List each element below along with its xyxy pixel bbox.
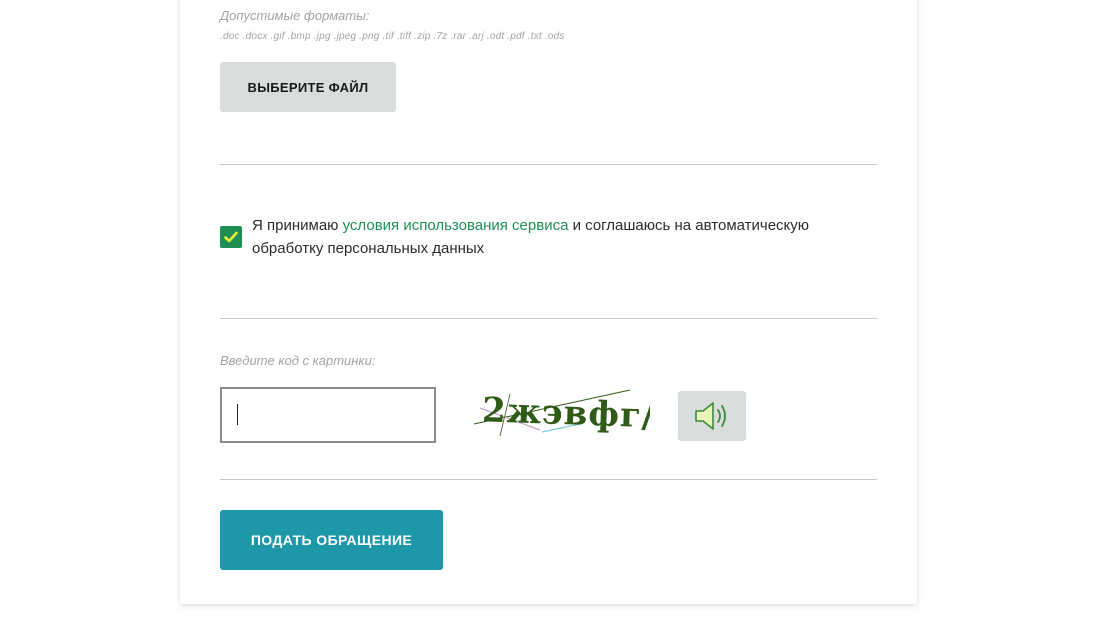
- terms-of-service-link[interactable]: условия использования сервиса: [343, 217, 569, 234]
- allowed-formats-list: .doc .docx .gif .bmp .jpg .jpeg .png .ti…: [220, 31, 565, 42]
- checkmark-icon: [224, 231, 238, 243]
- submit-request-button[interactable]: ПОДАТЬ ОБРАЩЕНИЕ: [220, 510, 443, 570]
- allowed-formats-label: Допустимые форматы:: [220, 8, 370, 23]
- choose-file-button[interactable]: ВЫБЕРИТЕ ФАЙЛ: [220, 62, 396, 112]
- captcha-audio-button[interactable]: [678, 391, 746, 441]
- consent-text-before: Я принимаю: [252, 217, 343, 234]
- captcha-image: 2жэвфг/: [473, 389, 650, 436]
- captcha-label: Введите код с картинки:: [220, 353, 376, 368]
- divider: [220, 164, 877, 165]
- divider: [220, 479, 877, 480]
- text-caret: [237, 404, 238, 425]
- speaker-icon: [695, 402, 726, 430]
- captcha-text: 2жэвфг/: [481, 390, 650, 436]
- captcha-input[interactable]: [220, 387, 436, 443]
- consent-checkbox[interactable]: [220, 226, 242, 248]
- consent-text: Я принимаю условия использования сервиса…: [252, 214, 872, 260]
- divider: [220, 318, 877, 319]
